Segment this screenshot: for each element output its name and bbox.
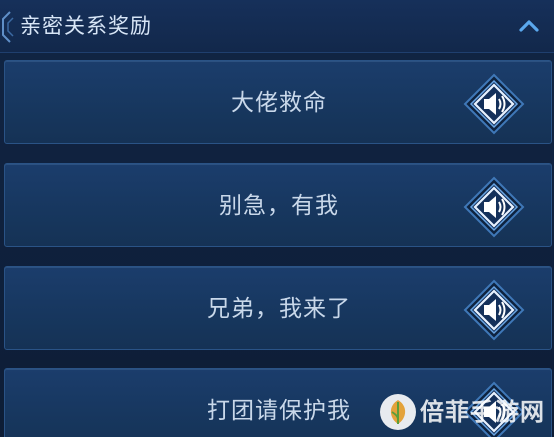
leaf-logo [380,394,416,430]
speaker-icon[interactable] [463,279,525,341]
watermark-text: 倍菲手游网 [420,398,545,426]
chevron-up-icon [519,20,539,32]
phrase-row[interactable]: 兄弟，我来了 [4,266,552,350]
voice-phrase-panel: 亲密关系奖励 大佬救命 别急，有我 兄弟，我来了 打团请保护我 倍菲手游网 [0,0,554,437]
phrase-row[interactable]: 别急，有我 [4,163,552,247]
panel-header[interactable]: 亲密关系奖励 [0,0,554,53]
collapse-button[interactable] [514,12,544,40]
site-watermark: 倍菲手游网 [378,388,554,437]
speaker-icon[interactable] [463,176,525,238]
header-bracket-icon [2,11,14,43]
speaker-icon[interactable] [463,73,525,135]
panel-title: 亲密关系奖励 [20,14,152,38]
phrase-row[interactable]: 大佬救命 [4,60,552,144]
